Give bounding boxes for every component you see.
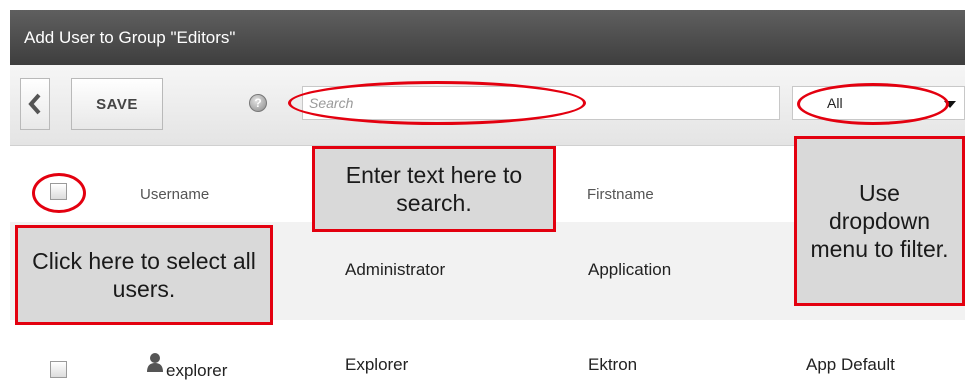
- select-all-highlight-ring: [32, 173, 86, 213]
- username-cell: explorer: [166, 361, 228, 380]
- user-icon: [147, 353, 163, 372]
- firstname-cell: Application: [588, 260, 672, 279]
- firstname-cell: Ektron: [588, 355, 638, 374]
- filter-highlight-ring: [797, 83, 949, 125]
- dialog-titlebar: Add User to Group "Editors": [10, 10, 965, 65]
- column-header-username[interactable]: Username: [140, 186, 209, 203]
- column-header-firstname[interactable]: Firstname: [587, 186, 654, 203]
- row-checkbox[interactable]: [50, 361, 67, 378]
- search-highlight-ring: [288, 81, 586, 125]
- save-button[interactable]: SAVE: [71, 78, 163, 130]
- lastname-cell: Explorer: [345, 355, 409, 374]
- chevron-left-icon: [28, 93, 41, 115]
- back-button[interactable]: [20, 78, 50, 130]
- select-all-callout: Click here to select all users.: [15, 225, 273, 325]
- extra-cell: App Default: [806, 355, 895, 374]
- help-icon[interactable]: ?: [249, 94, 267, 112]
- lastname-cell: Administrator: [345, 260, 446, 279]
- dropdown-callout: Use dropdown menu to filter.: [794, 136, 965, 306]
- search-callout: Enter text here to search.: [312, 146, 556, 232]
- dialog-title: Add User to Group "Editors": [24, 28, 236, 47]
